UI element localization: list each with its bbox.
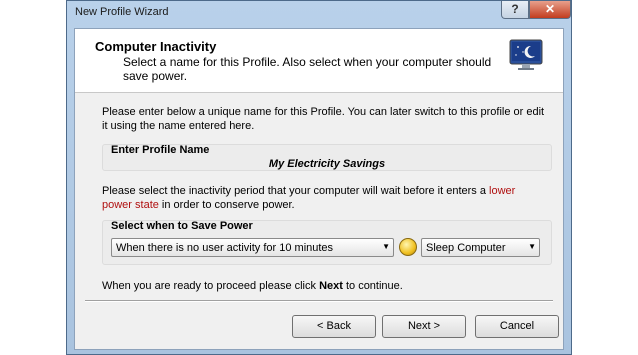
chevron-down-icon: ▼ — [382, 242, 390, 251]
wizard-window: New Profile Wizard ? ✕ Computer Inactivi… — [66, 0, 572, 355]
inactivity-text-after: in order to conserve power. — [158, 199, 295, 211]
proceed-next-word: Next — [319, 280, 343, 292]
profile-name-label: Enter Profile Name — [111, 144, 210, 156]
power-bulb-icon — [399, 238, 417, 256]
back-button[interactable]: < Back — [292, 315, 376, 338]
monitor-moon-icon — [509, 39, 543, 70]
inactivity-period-select[interactable]: When there is no user activity for 10 mi… — [111, 238, 394, 257]
intro-text: Please enter below a unique name for thi… — [102, 106, 545, 132]
proceed-text: When you are ready to proceed please cli… — [102, 279, 548, 293]
page-title: Computer Inactivity — [95, 39, 217, 54]
wizard-header: Computer Inactivity Select a name for th… — [75, 29, 563, 93]
title-bar[interactable]: New Profile Wizard ? ✕ — [67, 1, 571, 23]
save-power-group: Select when to Save Power When there is … — [102, 220, 552, 265]
inactivity-text-before: Please select the inactivity period that… — [102, 185, 490, 197]
chevron-down-icon: ▼ — [528, 242, 536, 251]
close-icon[interactable]: ✕ — [529, 1, 571, 19]
help-icon[interactable]: ? — [501, 1, 529, 19]
power-action-value: Sleep Computer — [426, 242, 506, 254]
save-power-label: Select when to Save Power — [111, 220, 253, 232]
window-title: New Profile Wizard — [75, 6, 169, 18]
profile-name-group: Enter Profile Name My Electricity Saving… — [102, 144, 552, 171]
profile-name-field[interactable]: My Electricity Savings — [103, 158, 551, 170]
proceed-after: to continue. — [342, 280, 403, 292]
next-button[interactable]: Next > — [382, 315, 466, 338]
inactivity-period-value: When there is no user activity for 10 mi… — [116, 242, 334, 254]
divider — [85, 300, 553, 302]
cancel-button[interactable]: Cancel — [475, 315, 559, 338]
power-action-select[interactable]: Sleep Computer ▼ — [421, 238, 540, 257]
inactivity-text: Please select the inactivity period that… — [102, 184, 548, 212]
proceed-before: When you are ready to proceed please cli… — [102, 280, 320, 292]
page-subtitle: Select a name for this Profile. Also sel… — [123, 55, 492, 83]
wizard-body: Computer Inactivity Select a name for th… — [74, 28, 564, 350]
